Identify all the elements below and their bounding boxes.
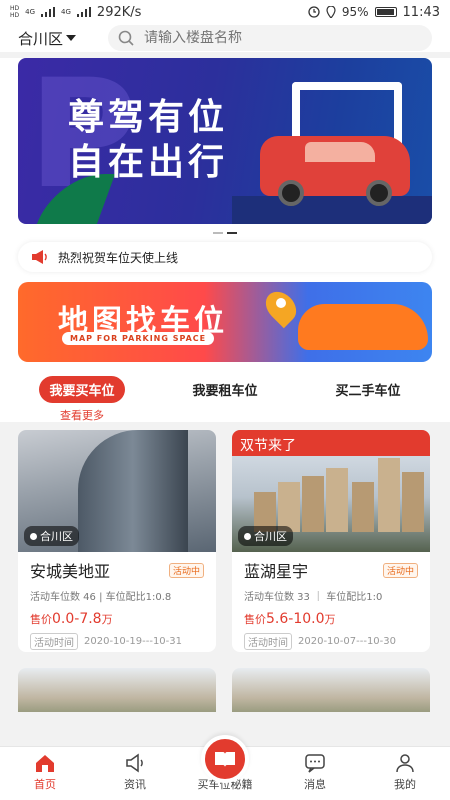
listing-date: 活动时间 2020-10-19---10-31 — [30, 633, 204, 650]
message-icon — [305, 754, 325, 773]
nav-guide[interactable]: 买车位秘籍 — [180, 735, 270, 800]
listing-grid: 合川区 安城美地亚 活动中 活动车位数 46 | 车位配比1:0.8 售价0.0… — [0, 422, 450, 652]
nav-label: 消息 — [304, 778, 326, 791]
see-more-link[interactable]: 查看更多 — [22, 407, 142, 423]
listing-image: 合川区 — [18, 430, 216, 552]
status-badge: 活动中 — [168, 562, 204, 578]
car-graphic — [260, 136, 410, 206]
tab-label: 我要租车位 — [192, 384, 258, 399]
car-graphic — [298, 304, 428, 350]
battery-percent: 95% — [341, 5, 369, 19]
battery-icon — [374, 7, 397, 17]
signal-bars-icon — [76, 7, 91, 17]
listing-meta: 活动车位数 46 | 车位配比1:0.8 — [30, 592, 172, 603]
clock: 11:43 — [402, 4, 440, 20]
listing-date: 活动时间 2020-10-07---10-30 — [244, 633, 418, 650]
listing-grid-more — [0, 652, 450, 712]
tab-used-parking[interactable]: 买二手车位 — [308, 376, 428, 422]
user-icon — [396, 754, 414, 773]
nav-label: 资讯 — [124, 778, 146, 791]
pin-icon — [30, 532, 37, 540]
bottom-nav: 首页 资讯 买车位秘籍 消息 我的 — [0, 735, 450, 800]
nav-label: 我的 — [394, 778, 416, 791]
nav-messages[interactable]: 消息 — [270, 747, 360, 800]
network-speed: 292K/s — [96, 4, 142, 20]
megaphone-icon — [32, 250, 47, 264]
alarm-icon — [308, 6, 320, 18]
location-tag: 合川区 — [238, 526, 293, 546]
city-label: 合川区 — [18, 29, 64, 48]
carousel-indicator — [18, 224, 432, 242]
category-tabs: 我要买车位 查看更多 我要租车位 买二手车位 — [18, 362, 432, 422]
announcement-bar[interactable]: 热烈祝贺车位天使上线 — [18, 242, 432, 272]
tab-rent-parking[interactable]: 我要租车位 — [165, 376, 285, 422]
search-bar[interactable] — [108, 25, 432, 51]
nav-home[interactable]: 首页 — [0, 747, 90, 800]
listing-card[interactable] — [18, 668, 216, 712]
location-tag: 合川区 — [24, 526, 79, 546]
city-selector[interactable]: 合川区 — [18, 28, 108, 49]
floor-decoration — [232, 196, 432, 224]
promo-banner[interactable]: P 尊驾有位 自在出行 — [18, 58, 432, 224]
map-banner-subtitle: MAP FOR PARKING SPACE — [62, 332, 215, 345]
home-icon — [36, 755, 54, 772]
listing-image: 双节来了 合川区 — [232, 430, 430, 552]
banner-headline-2: 自在出行 — [68, 142, 229, 183]
carousel-dot-active — [227, 232, 237, 234]
promo-ribbon: 双节来了 — [232, 430, 430, 456]
pin-icon — [244, 532, 251, 540]
caret-down-icon — [66, 35, 77, 41]
signal-1: 4G — [25, 8, 36, 16]
tab-label: 我要买车位 — [39, 376, 125, 403]
listing-name: 蓝湖星宇 — [244, 562, 309, 581]
header: 合川区 — [0, 24, 450, 52]
listing-meta: 活动车位数 33 ｜ 车位配比1:0 — [244, 592, 383, 603]
speaker-icon — [126, 753, 143, 773]
status-bar: HD HD 4G 4G 292K/s 95% 11:43 — [0, 0, 450, 24]
signal-bars-icon — [41, 7, 56, 17]
location-icon — [326, 6, 336, 18]
listing-name: 安城美地亚 — [30, 562, 111, 581]
announcement-text: 热烈祝贺车位天使上线 — [58, 250, 179, 265]
tab-buy-parking[interactable]: 我要买车位 查看更多 — [22, 376, 142, 422]
listing-card[interactable]: 双节来了 合川区 蓝湖星宇 活动中 活动车位数 33 ｜ 车位配比1:0 售价5… — [232, 430, 430, 652]
status-badge: 活动中 — [382, 562, 418, 578]
nav-label: 首页 — [34, 778, 56, 791]
nav-profile[interactable]: 我的 — [360, 747, 450, 800]
nav-news[interactable]: 资讯 — [90, 747, 180, 800]
map-search-banner[interactable]: 地图找车位 MAP FOR PARKING SPACE — [18, 282, 432, 362]
tab-label: 买二手车位 — [335, 384, 401, 399]
listing-price: 售价0.0-7.8万 — [30, 611, 113, 627]
search-icon — [118, 30, 134, 46]
network-indicator: HD HD — [10, 5, 20, 19]
signal-2: 4G — [61, 8, 71, 16]
listing-card[interactable] — [232, 668, 430, 712]
search-input[interactable] — [144, 30, 394, 46]
listing-card[interactable]: 合川区 安城美地亚 活动中 活动车位数 46 | 车位配比1:0.8 售价0.0… — [18, 430, 216, 652]
map-pin-dot — [276, 298, 286, 308]
book-icon — [201, 735, 249, 783]
listing-price: 售价5.6-10.0万 — [244, 611, 336, 627]
carousel-dot — [213, 232, 223, 234]
